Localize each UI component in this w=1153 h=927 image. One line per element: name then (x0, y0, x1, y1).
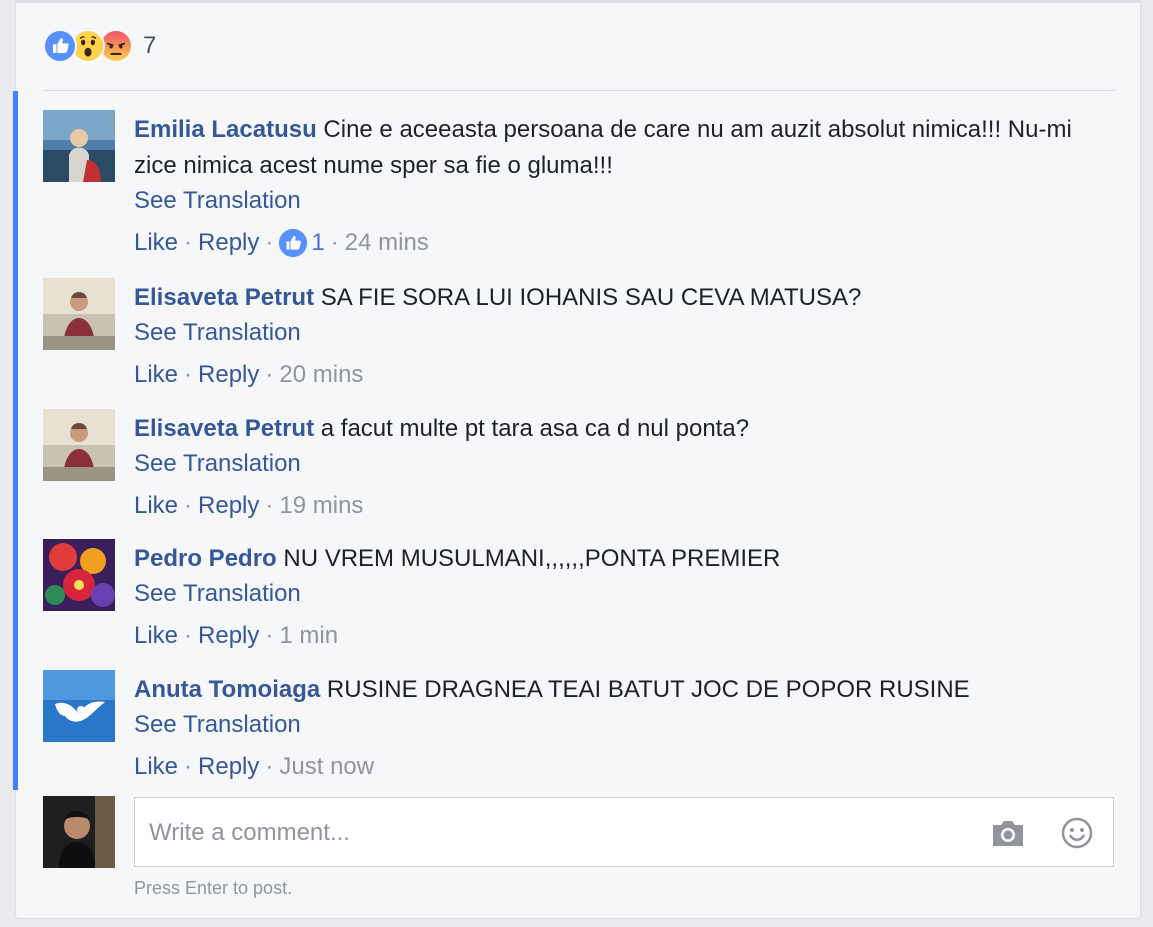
avatar[interactable] (43, 110, 115, 182)
like-link[interactable]: Like (134, 488, 178, 524)
author-name[interactable]: Anuta Tomoiaga (134, 676, 320, 703)
timestamp[interactable]: 20 mins (279, 357, 363, 393)
comment-actions: Like · Reply · 1 min (134, 618, 1094, 654)
reaction-count[interactable]: 7 (143, 32, 156, 60)
comment-text: RUSINE DRAGNEA TEAI BATUT JOC DE POPOR R… (326, 676, 970, 703)
comment-text-block: Elisaveta Petrut a facut multe pt tara a… (134, 411, 1094, 447)
reply-link[interactable]: Reply (198, 357, 259, 393)
timestamp[interactable]: 19 mins (279, 488, 363, 524)
see-translation-link[interactable]: See Translation (134, 183, 1094, 219)
reply-link[interactable]: Reply (198, 749, 259, 785)
see-translation-link[interactable]: See Translation (134, 315, 1094, 351)
comment-text-block: Anuta Tomoiaga RUSINE DRAGNEA TEAI BATUT… (134, 672, 1094, 708)
current-user-avatar[interactable] (43, 796, 115, 868)
comment-actions: Like · Reply · Just now (134, 749, 1094, 785)
like-link[interactable]: Like (134, 225, 178, 261)
like-link[interactable]: Like (134, 749, 178, 785)
like-link[interactable]: Like (134, 357, 178, 393)
comment-text: a facut multe pt tara asa ca d nul ponta… (320, 415, 750, 442)
like-count[interactable]: 1 (311, 225, 324, 261)
emoji-icon[interactable] (1061, 817, 1093, 849)
comment-input[interactable] (147, 798, 971, 868)
comment-text-block: Elisaveta Petrut SA FIE SORA LUI IOHANIS… (134, 280, 1094, 316)
see-translation-link[interactable]: See Translation (134, 576, 1094, 612)
like-count-icon[interactable] (279, 229, 308, 257)
author-name[interactable]: Emilia Lacatusu (134, 116, 317, 143)
camera-icon[interactable] (990, 818, 1026, 848)
avatar[interactable] (43, 409, 115, 481)
avatar[interactable] (43, 539, 115, 611)
see-translation-link[interactable]: See Translation (134, 446, 1094, 482)
comments-card: 7 Emilia Lacatusu Cine e aceeasta persoa… (13, 0, 1141, 919)
comment-composer (43, 796, 1115, 868)
reply-link[interactable]: Reply (198, 488, 259, 524)
timestamp[interactable]: 1 min (279, 618, 338, 654)
comment-actions: Like · Reply · 19 mins (134, 488, 1094, 524)
timestamp[interactable]: 24 mins (345, 225, 429, 261)
top-border (16, 0, 1140, 3)
avatar[interactable] (43, 278, 115, 350)
comment-text-block: Emilia Lacatusu Cine e aceeasta persoana… (134, 112, 1094, 184)
timestamp[interactable]: Just now (279, 749, 374, 785)
reply-link[interactable]: Reply (198, 225, 259, 261)
avatar[interactable] (43, 670, 115, 742)
comment-text: SA FIE SORA LUI IOHANIS SAU CEVA MATUSA? (320, 284, 862, 311)
author-name[interactable]: Pedro Pedro (134, 545, 277, 572)
author-name[interactable]: Elisaveta Petrut (134, 415, 314, 442)
comments-accent-bar (13, 91, 18, 790)
comment-actions: Like · Reply · 20 mins (134, 357, 1094, 393)
comment-text: NU VREM MUSULMANI,,,,,,PONTA PREMIER (283, 545, 781, 572)
like-reaction-icon[interactable] (43, 29, 77, 63)
comment-actions: Like · Reply · 1 · 24 mins (134, 225, 1094, 261)
comment-input-box[interactable] (134, 797, 1114, 868)
press-enter-hint: Press Enter to post. (134, 878, 293, 898)
author-name[interactable]: Elisaveta Petrut (134, 284, 314, 311)
see-translation-link[interactable]: See Translation (134, 707, 1094, 743)
reply-link[interactable]: Reply (198, 618, 259, 654)
like-link[interactable]: Like (134, 618, 178, 654)
divider (43, 90, 1115, 91)
comment-text-block: Pedro Pedro NU VREM MUSULMANI,,,,,,PONTA… (134, 541, 1094, 577)
reactions-summary[interactable]: 7 (43, 28, 156, 64)
